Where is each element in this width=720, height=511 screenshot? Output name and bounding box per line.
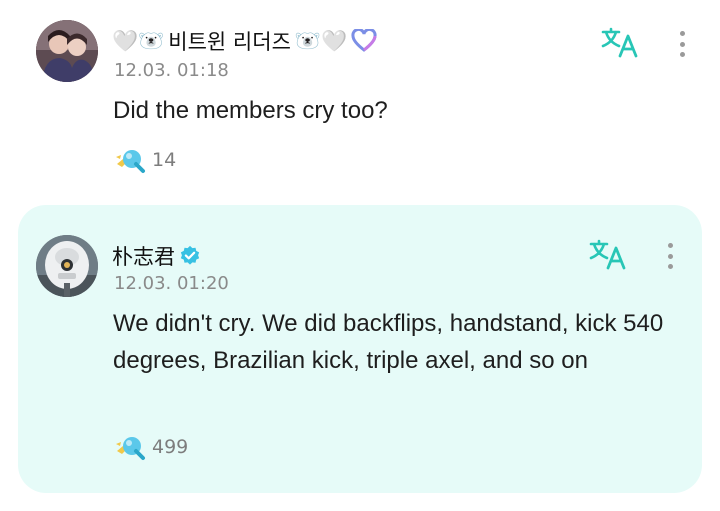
translate-icon [601, 27, 638, 58]
like-count: 14 [152, 149, 177, 171]
author-row: 🤍🐻‍❄️ 비트윈 리더즈 🐻‍❄️🤍 [112, 26, 377, 56]
comment-text: We didn't cry. We did backflips, handsta… [113, 310, 664, 374]
author-decoration-left: 🤍🐻‍❄️ [112, 28, 165, 53]
comment-text: Did the members cry too? [113, 97, 388, 124]
avatar-image [36, 235, 98, 297]
comment-item-highlighted: 朴志君 12.03. 01:20 We didn't cry. We did b… [18, 205, 702, 493]
like-icon [116, 437, 145, 460]
like-button[interactable]: 14 [114, 146, 176, 174]
comment-item: 🤍🐻‍❄️ 비트윈 리더즈 🐻‍❄️🤍 12.03. 01:18 Did the… [0, 0, 720, 200]
author-name[interactable]: 朴志君 [112, 241, 175, 271]
author-decoration-right: 🐻‍❄️🤍 [294, 28, 348, 53]
avatar[interactable] [36, 235, 98, 297]
heart-icon [351, 29, 377, 52]
avatar[interactable] [36, 20, 98, 82]
avatar-image [36, 20, 98, 82]
timestamp: 12.03. 01:20 [114, 273, 229, 294]
translate-button[interactable] [600, 26, 640, 58]
like-icon [116, 150, 145, 173]
more-options-button[interactable] [662, 240, 678, 272]
like-button[interactable]: 499 [114, 433, 188, 461]
author-row: 朴志君 [112, 241, 201, 271]
translate-icon [589, 239, 626, 270]
more-vertical-icon [667, 243, 673, 248]
verified-badge-icon [180, 245, 200, 265]
like-count: 499 [152, 436, 189, 458]
more-vertical-icon [679, 31, 685, 36]
more-options-button[interactable] [674, 28, 690, 60]
author-name[interactable]: 비트윈 리더즈 [168, 26, 291, 56]
timestamp: 12.03. 01:18 [114, 60, 229, 81]
translate-button[interactable] [588, 238, 628, 270]
